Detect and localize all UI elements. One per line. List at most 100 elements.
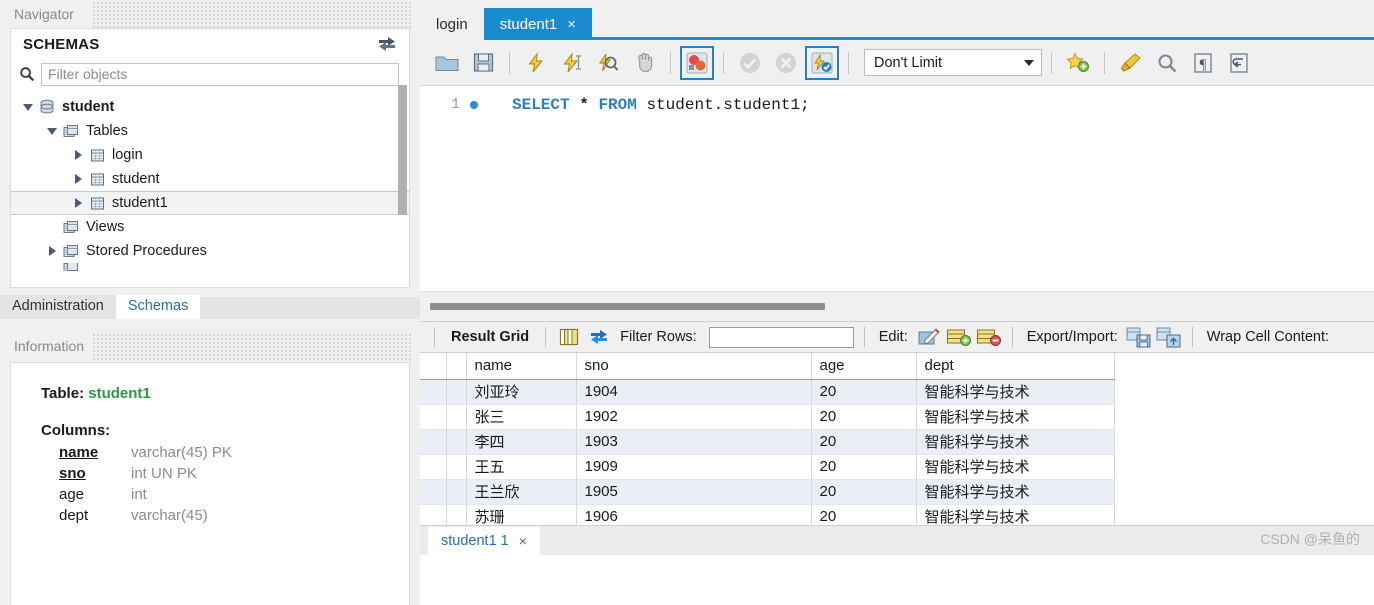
cell-sno[interactable]: 1904 xyxy=(576,379,811,404)
chevron-down-icon[interactable] xyxy=(19,104,37,111)
cell-age[interactable]: 20 xyxy=(811,454,916,479)
refresh-grid-icon[interactable] xyxy=(586,325,612,349)
save-snippet-icon[interactable] xyxy=(1061,46,1095,80)
chevron-down-icon[interactable] xyxy=(43,128,61,135)
chevron-right-icon[interactable] xyxy=(69,150,87,160)
cell-name[interactable]: 王兰欣 xyxy=(466,479,576,504)
row-selector-header[interactable] xyxy=(420,353,446,379)
tree-label: login xyxy=(112,147,143,163)
close-icon[interactable]: × xyxy=(567,16,576,33)
row-selector[interactable] xyxy=(420,429,446,454)
sql-statement[interactable]: SELECT * FROM student.student1; xyxy=(512,96,810,114)
filter-rows-input[interactable] xyxy=(709,327,854,348)
tree-item-student-table[interactable]: student xyxy=(11,167,409,191)
column-header-sno[interactable]: sno xyxy=(576,353,811,379)
scrollbar-thumb[interactable] xyxy=(430,303,825,310)
column-header-age[interactable]: age xyxy=(811,353,916,379)
row-selector[interactable] xyxy=(420,379,446,404)
toolbar-separator xyxy=(670,52,671,74)
cell-name[interactable]: 张三 xyxy=(466,404,576,429)
column-row: age int xyxy=(41,484,409,505)
tree-item-student1[interactable]: student1 xyxy=(11,191,409,215)
row-gutter xyxy=(446,404,466,429)
navigator-scrollbar-thumb[interactable] xyxy=(398,85,407,215)
find-icon[interactable] xyxy=(1150,46,1184,80)
table-header-row: name sno age dept xyxy=(420,353,1114,379)
insert-row-icon[interactable] xyxy=(946,325,972,349)
result-grid[interactable]: name sno age dept 刘亚玲 1904 20 智能科学与技术 xyxy=(420,353,1374,555)
row-limit-select[interactable]: Don't Limit xyxy=(864,49,1042,76)
column-header-name[interactable]: name xyxy=(466,353,576,379)
tab-administration[interactable]: Administration xyxy=(0,295,116,319)
result-tab-student1-1[interactable]: student1 1 × xyxy=(428,527,540,555)
cell-dept[interactable]: 智能科学与技术 xyxy=(916,479,1114,504)
editor-tab-student1[interactable]: student1 × xyxy=(484,8,592,40)
row-selector[interactable] xyxy=(420,454,446,479)
table-row[interactable]: 王五 1909 20 智能科学与技术 xyxy=(420,454,1114,479)
import-recordset-icon[interactable] xyxy=(1156,325,1182,349)
tree-item-views[interactable]: Views xyxy=(11,215,409,239)
cell-dept[interactable]: 智能科学与技术 xyxy=(916,454,1114,479)
cell-dept[interactable]: 智能科学与技术 xyxy=(916,379,1114,404)
cell-name[interactable]: 刘亚玲 xyxy=(466,379,576,404)
filter-objects-input[interactable] xyxy=(41,63,399,86)
table-row[interactable]: 李四 1903 20 智能科学与技术 xyxy=(420,429,1114,454)
execute-current-statement-icon[interactable] xyxy=(555,46,589,80)
sql-keyword-from: FROM xyxy=(598,96,636,114)
commit-icon[interactable] xyxy=(733,46,767,80)
cell-name[interactable]: 王五 xyxy=(466,454,576,479)
chevron-right-icon[interactable] xyxy=(43,246,61,256)
tree-item-partial-clipped[interactable] xyxy=(11,263,409,271)
execute-statement-icon[interactable] xyxy=(519,46,553,80)
cell-sno[interactable]: 1903 xyxy=(576,429,811,454)
cell-age[interactable]: 20 xyxy=(811,379,916,404)
table-row[interactable]: 刘亚玲 1904 20 智能科学与技术 xyxy=(420,379,1114,404)
database-icon xyxy=(37,99,57,115)
toggle-stop-on-error-icon[interactable] xyxy=(680,46,714,80)
tree-item-student[interactable]: student xyxy=(11,95,409,119)
row-selector[interactable] xyxy=(420,479,446,504)
open-sql-script-icon[interactable] xyxy=(430,46,464,80)
column-header-dept[interactable]: dept xyxy=(916,353,1114,379)
row-selector[interactable] xyxy=(420,404,446,429)
chevron-down-icon[interactable] xyxy=(1024,60,1034,66)
grid-view-icon[interactable] xyxy=(556,325,582,349)
wrap-lines-icon[interactable] xyxy=(1222,46,1256,80)
sql-editor-area[interactable]: 1 SELECT * FROM student.student1; xyxy=(420,86,1374,291)
export-recordset-icon[interactable] xyxy=(1126,325,1152,349)
save-sql-script-icon[interactable] xyxy=(466,46,500,80)
delete-row-icon[interactable] xyxy=(976,325,1002,349)
explain-query-icon[interactable] xyxy=(591,46,625,80)
editor-tab-login[interactable]: login xyxy=(420,8,484,40)
cell-sno[interactable]: 1909 xyxy=(576,454,811,479)
cell-age[interactable]: 20 xyxy=(811,429,916,454)
tree-item-tables[interactable]: Tables xyxy=(11,119,409,143)
cell-sno[interactable]: 1905 xyxy=(576,479,811,504)
refresh-icon[interactable] xyxy=(377,35,397,53)
beautify-query-icon[interactable] xyxy=(1114,46,1148,80)
stop-script-icon[interactable] xyxy=(627,46,661,80)
table-row[interactable]: 王兰欣 1905 20 智能科学与技术 xyxy=(420,479,1114,504)
close-icon[interactable]: × xyxy=(519,533,527,549)
chevron-right-icon[interactable] xyxy=(69,198,87,208)
cell-dept[interactable]: 智能科学与技术 xyxy=(916,429,1114,454)
column-name: age xyxy=(59,484,131,505)
edit-cell-icon[interactable] xyxy=(916,325,942,349)
tab-schemas[interactable]: Schemas xyxy=(116,295,200,319)
cell-sno[interactable]: 1902 xyxy=(576,404,811,429)
cell-age[interactable]: 20 xyxy=(811,479,916,504)
toggle-autocommit-icon[interactable] xyxy=(805,46,839,80)
table-row[interactable]: 张三 1902 20 智能科学与技术 xyxy=(420,404,1114,429)
rollback-icon[interactable] xyxy=(769,46,803,80)
chevron-right-icon[interactable] xyxy=(69,174,87,184)
tree-item-stored-procedures[interactable]: Stored Procedures xyxy=(11,239,409,263)
edit-label: Edit: xyxy=(875,329,912,345)
cell-name[interactable]: 李四 xyxy=(466,429,576,454)
cell-dept[interactable]: 智能科学与技术 xyxy=(916,404,1114,429)
toggle-invisible-chars-icon[interactable]: ¶ xyxy=(1186,46,1220,80)
information-caption-label: Information xyxy=(14,338,91,354)
editor-horizontal-scrollbar[interactable] xyxy=(420,291,1374,321)
cell-age[interactable]: 20 xyxy=(811,404,916,429)
tree-item-login[interactable]: login xyxy=(11,143,409,167)
row-gutter xyxy=(446,379,466,404)
